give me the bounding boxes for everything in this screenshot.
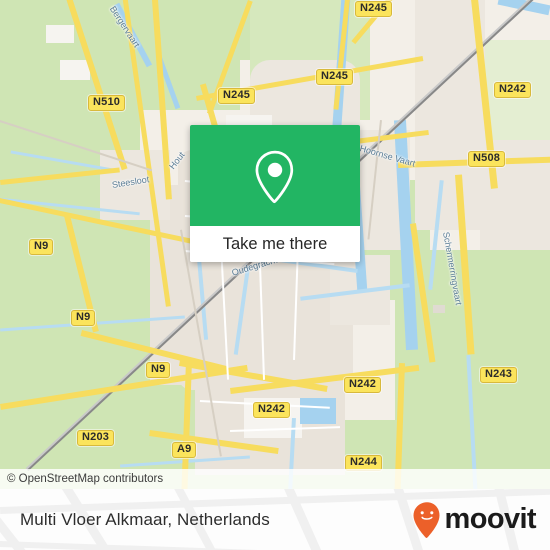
- take-me-there-label: Take me there: [222, 234, 328, 253]
- road-shield: N9: [71, 310, 96, 326]
- road-shield: N203: [77, 430, 115, 446]
- map-building-block: [46, 25, 74, 43]
- moovit-logo[interactable]: moovit: [412, 489, 537, 550]
- card-pin-panel: [190, 125, 360, 226]
- road-shield: N9: [29, 239, 54, 255]
- road-shield: N245: [316, 69, 354, 85]
- screenshot-root: N510 N245 N245 N245 N242 N508 N9 N9 N9 N203 A9 N242…: [0, 0, 550, 550]
- road-shield: N508: [468, 151, 506, 167]
- road-shield: N242: [253, 402, 291, 418]
- location-card[interactable]: Take me there: [190, 125, 360, 262]
- map-building-block: [433, 305, 445, 313]
- footer-bar: Multi Vloer Alkmaar, Netherlands moovit: [0, 489, 550, 550]
- road-shield: A9: [172, 442, 197, 458]
- attribution-text: © OpenStreetMap contributors: [7, 473, 164, 485]
- moovit-wordmark: moovit: [444, 503, 537, 535]
- take-me-there-button[interactable]: Take me there: [190, 226, 360, 262]
- location-pin-icon: [255, 150, 294, 203]
- map-building-block: [60, 60, 90, 80]
- moovit-smiley-pin-icon: [413, 501, 440, 538]
- road-shield: N242: [344, 377, 382, 393]
- page-title: Multi Vloer Alkmaar, Netherlands: [20, 509, 270, 529]
- map-waterway: [300, 398, 336, 424]
- road-shield: N242: [494, 82, 532, 98]
- road-shield: N510: [88, 95, 126, 111]
- road-shield: N245: [355, 1, 393, 17]
- road-shield: N243: [480, 367, 518, 383]
- road-shield: N245: [218, 88, 256, 104]
- road-shield: N9: [146, 362, 171, 378]
- map-attribution[interactable]: © OpenStreetMap contributors: [0, 469, 550, 489]
